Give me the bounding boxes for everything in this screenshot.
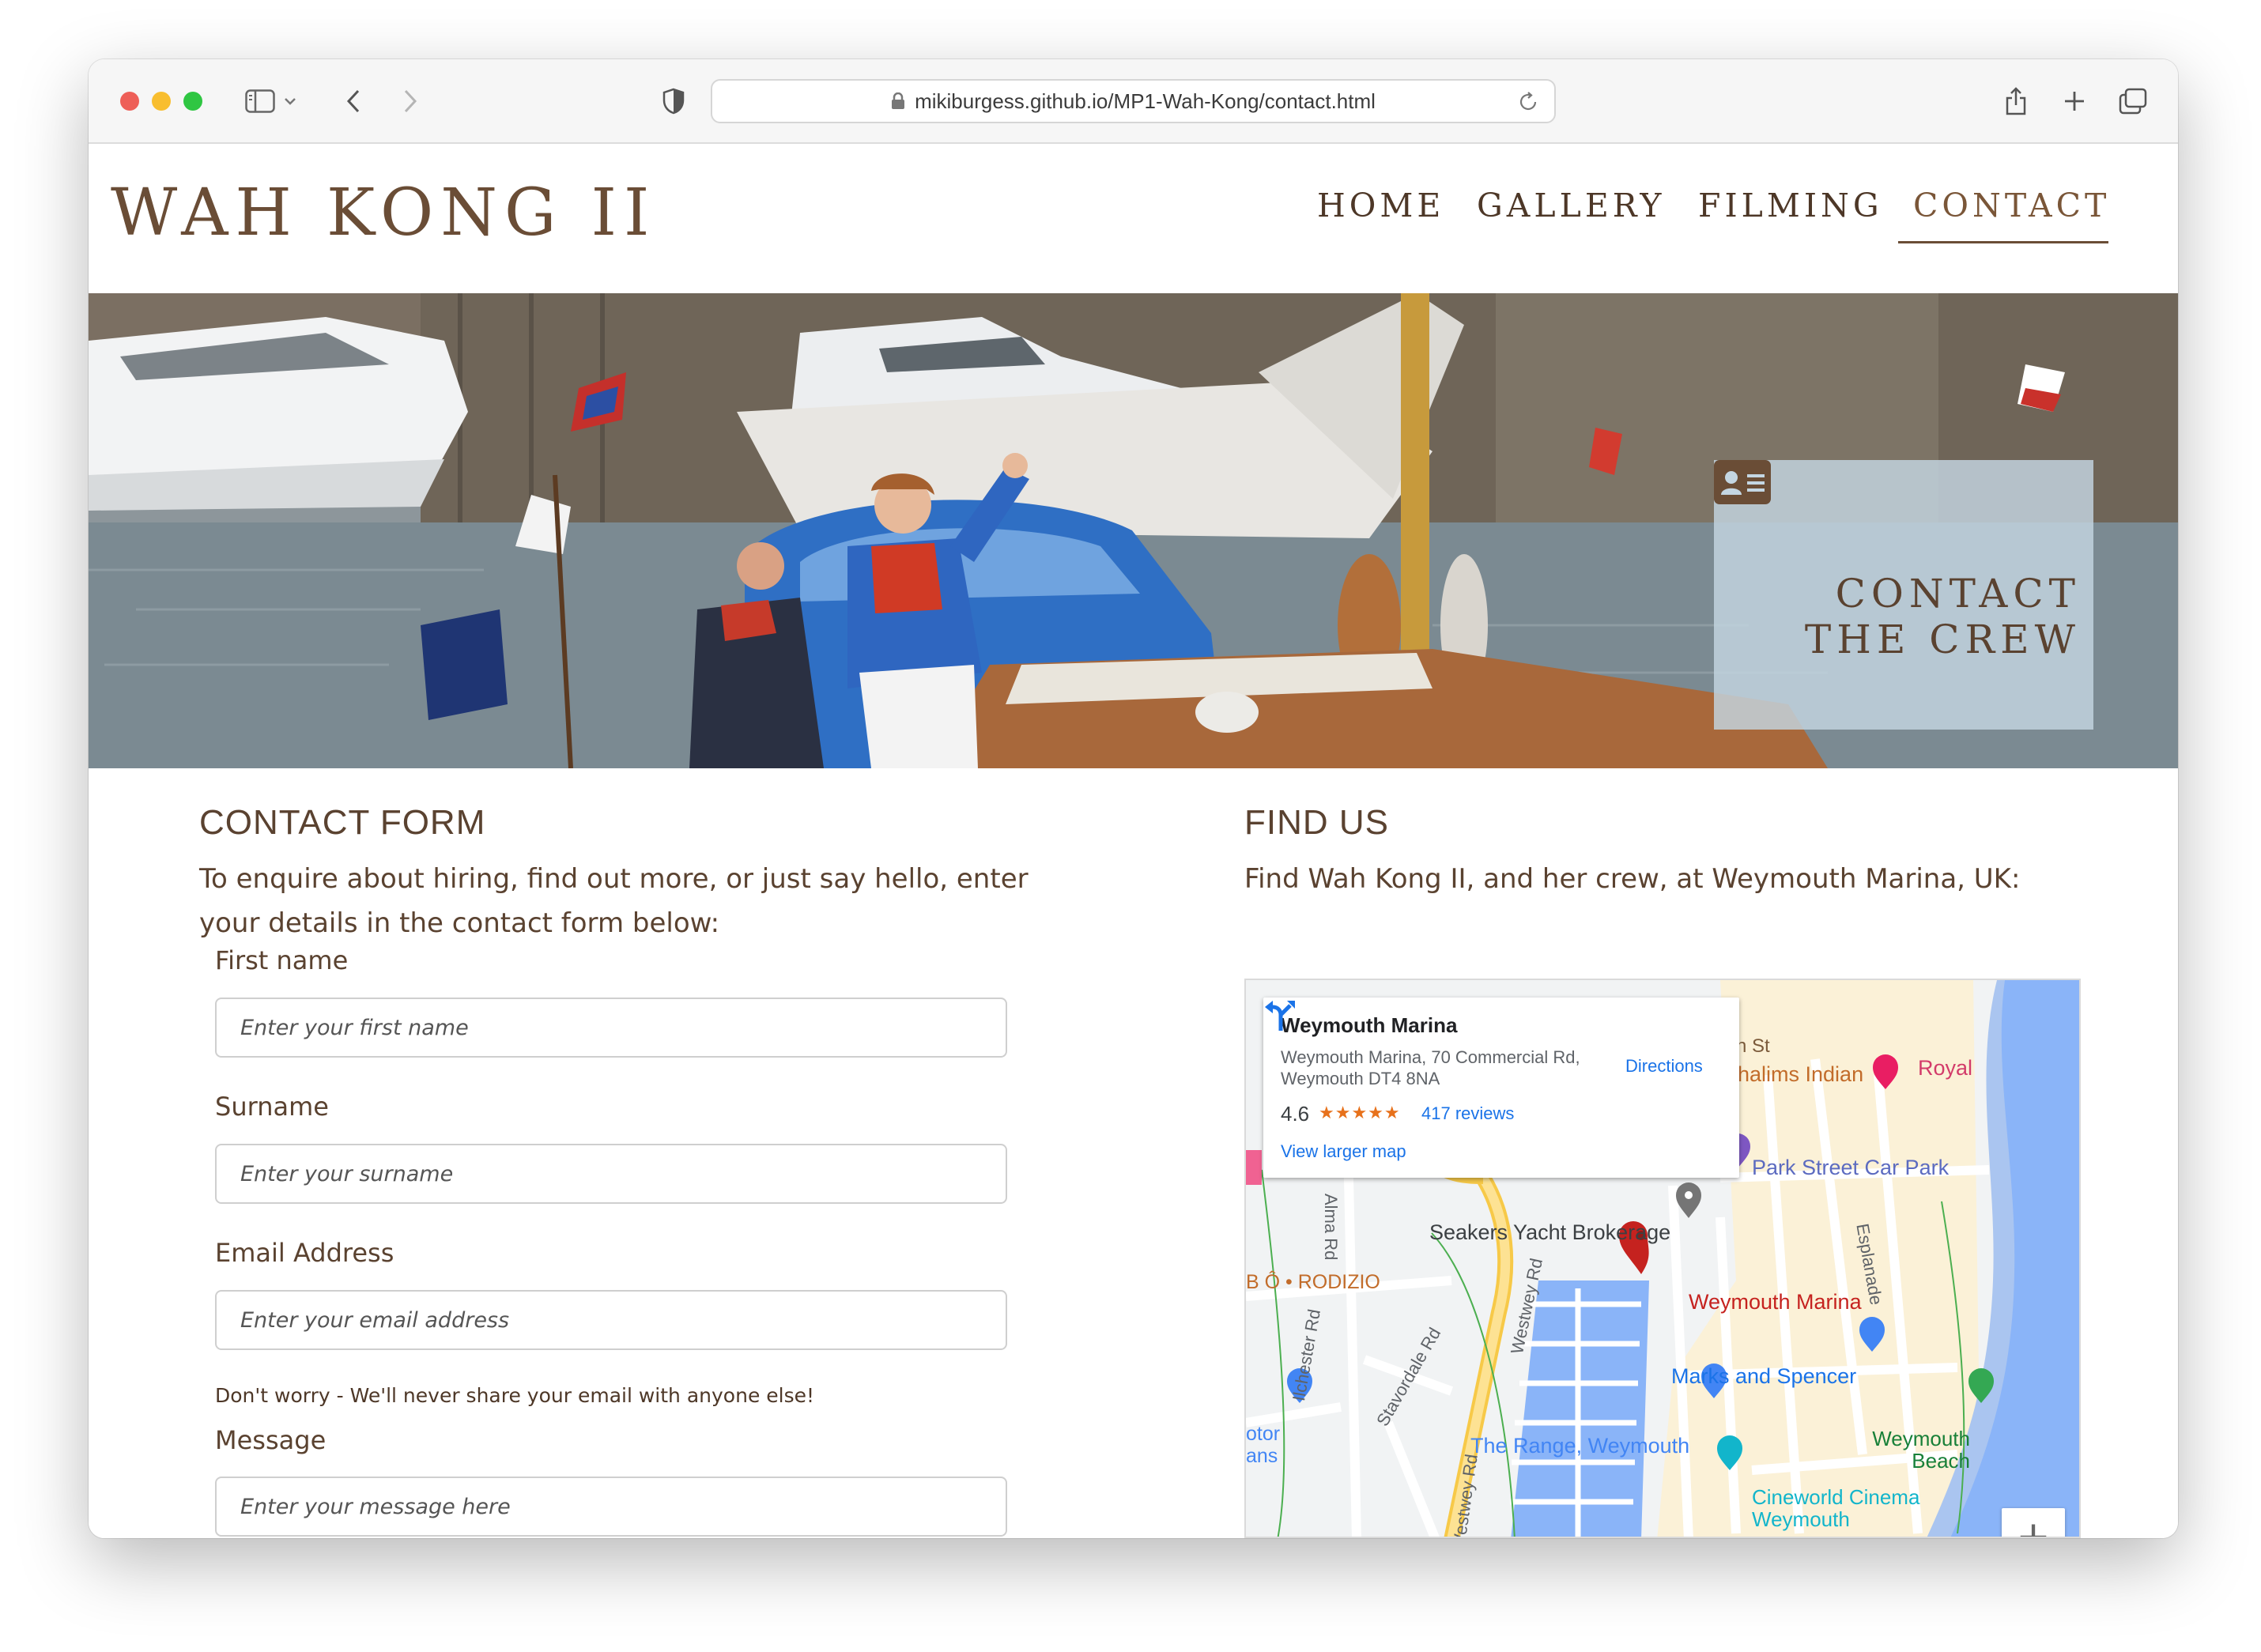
- tab-overview-icon[interactable]: [2117, 83, 2149, 119]
- rating-stars-icon: ★★★★★: [1319, 1103, 1401, 1122]
- zoom-window-button[interactable]: [183, 92, 202, 111]
- nav-home[interactable]: HOME: [1317, 187, 1444, 224]
- surname-label: Surname: [215, 1092, 329, 1122]
- minimize-window-button[interactable]: [152, 92, 171, 111]
- email-label: Email Address: [215, 1238, 394, 1268]
- place-title: Weymouth Marina: [1281, 1013, 1458, 1037]
- share-icon[interactable]: [2000, 83, 2032, 119]
- map-label-royal: Royal: [1918, 1056, 1973, 1080]
- map-label-alma-rd: Alma Rd: [1321, 1194, 1341, 1261]
- map-label-ans: ans: [1246, 1445, 1278, 1467]
- nav-gallery[interactable]: GALLERY: [1477, 187, 1665, 224]
- map-label-marina: Weymouth Marina: [1689, 1290, 1862, 1314]
- hero-title-box: CONTACT THE CREW: [1714, 460, 2093, 730]
- hero-banner: CONTACT THE CREW: [89, 293, 2178, 768]
- map-label-cineworld: Cineworld Cinema Weymouth: [1752, 1485, 1920, 1531]
- active-nav-underline: [1898, 241, 2108, 243]
- hero-title: CONTACT THE CREW: [1804, 571, 2081, 662]
- map-label-the-range: The Range, Weymouth: [1470, 1434, 1690, 1458]
- browser-toolbar: mikiburgess.github.io/MP1-Wah-Kong/conta…: [89, 59, 2178, 144]
- privacy-shield-icon[interactable]: [659, 83, 688, 119]
- contact-form-intro: To enquire about hiring, find out more, …: [199, 863, 1029, 939]
- place-address: Weymouth Marina, 70 Commercial Rd, Weymo…: [1281, 1047, 1580, 1088]
- view-larger-map-link[interactable]: View larger map: [1281, 1141, 1406, 1162]
- message-label: Message: [215, 1425, 327, 1455]
- find-us-intro: Find Wah Kong II, and her crew, at Weymo…: [1244, 863, 2021, 895]
- map-place-card: Weymouth Marina Weymouth Marina, 70 Comm…: [1263, 998, 1739, 1178]
- back-arrow-icon[interactable]: [340, 83, 367, 119]
- reviews-link[interactable]: 417 reviews: [1421, 1103, 1514, 1124]
- map-label-park-street: Park Street Car Park: [1752, 1156, 1950, 1179]
- message-input[interactable]: [215, 1477, 1007, 1537]
- nav-filming[interactable]: FILMING: [1698, 187, 1883, 224]
- map-label-beach: Weymouth Beach: [1872, 1427, 1970, 1473]
- email-input[interactable]: [215, 1290, 1007, 1350]
- new-tab-icon[interactable]: [2059, 83, 2090, 119]
- place-rating: 4.6: [1281, 1102, 1310, 1126]
- map-label-indian: halims Indian: [1738, 1062, 1864, 1086]
- map-label-otor: otor: [1246, 1423, 1281, 1445]
- forward-arrow-icon[interactable]: [397, 83, 424, 119]
- first-name-label: First name: [215, 945, 349, 975]
- map-label-rodizio: B Ô • RODIZIO: [1246, 1271, 1380, 1293]
- id-card-icon: [1714, 460, 1771, 504]
- surname-input[interactable]: [215, 1144, 1007, 1204]
- nav-contact[interactable]: CONTACT: [1913, 187, 2110, 224]
- contact-form-heading: CONTACT FORM: [199, 803, 486, 842]
- directions-icon[interactable]: [1263, 998, 1298, 1032]
- map-label-seakers: Seakers Yacht Brokerage: [1429, 1220, 1671, 1244]
- find-us-heading: FIND US: [1244, 803, 1389, 842]
- site-logo[interactable]: WAH KONG II: [111, 175, 656, 251]
- map-label-marks: Marks and Spencer: [1671, 1364, 1857, 1388]
- close-window-button[interactable]: [120, 92, 139, 111]
- zoom-in-icon: +: [2016, 1513, 2051, 1538]
- chevron-down-icon[interactable]: [281, 83, 299, 119]
- email-help-text: Don't worry - We'll never share your ema…: [215, 1384, 815, 1407]
- map-label-street: h St: [1736, 1035, 1770, 1057]
- url-text: mikiburgess.github.io/MP1-Wah-Kong/conta…: [915, 89, 1376, 113]
- map-zoom-in-button[interactable]: +: [2002, 1508, 2065, 1538]
- sidebar-toggle-icon[interactable]: [243, 83, 277, 119]
- address-bar[interactable]: mikiburgess.github.io/MP1-Wah-Kong/conta…: [711, 79, 1556, 123]
- site-header: WAH KONG II HOME GALLERY FILMING CONTACT: [89, 144, 2178, 293]
- map-embed[interactable]: h St halims Indian Royal Park Street Car…: [1244, 979, 2081, 1538]
- main-content: CONTACT FORM To enquire about hiring, fi…: [89, 768, 2178, 1538]
- lock-icon: [892, 92, 905, 109]
- reload-icon[interactable]: [1516, 90, 1540, 114]
- browser-window: mikiburgess.github.io/MP1-Wah-Kong/conta…: [89, 59, 2178, 1538]
- first-name-input[interactable]: [215, 998, 1007, 1058]
- directions-link[interactable]: Directions: [1625, 1056, 1703, 1077]
